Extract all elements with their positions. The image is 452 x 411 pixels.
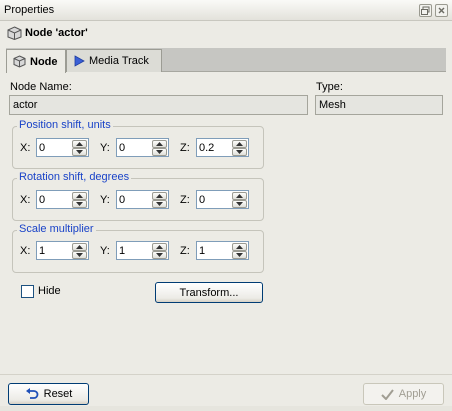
undo-arrow-icon	[25, 388, 39, 399]
cube-icon	[13, 55, 26, 68]
scale-y-spin-buttons[interactable]	[152, 243, 167, 259]
window-title: Properties	[4, 4, 55, 16]
cube-icon	[7, 26, 22, 40]
scale-z-label: Z:	[180, 245, 190, 257]
position-group-title: Position shift, units	[17, 119, 113, 131]
spin-down-icon[interactable]	[72, 251, 87, 259]
checkmark-icon	[381, 388, 394, 400]
rotation-x-input[interactable]	[37, 191, 73, 208]
scale-group-title: Scale multiplier	[17, 223, 96, 235]
hide-checkbox[interactable]	[21, 285, 34, 298]
transform-button-label: Transform...	[179, 286, 239, 299]
rotation-group-title: Rotation shift, degrees	[17, 171, 132, 183]
rotation-z-stepper[interactable]	[196, 190, 249, 209]
spin-up-icon[interactable]	[152, 192, 167, 200]
spin-up-icon[interactable]	[152, 243, 167, 251]
spin-up-icon[interactable]	[72, 243, 87, 251]
position-z-label: Z:	[180, 142, 190, 154]
spin-down-icon[interactable]	[232, 200, 247, 208]
spin-down-icon[interactable]	[152, 148, 167, 156]
position-y-stepper[interactable]	[116, 138, 169, 157]
restore-icon	[421, 6, 430, 15]
rotation-y-input[interactable]	[117, 191, 153, 208]
play-icon	[74, 55, 85, 67]
position-x-label: X:	[20, 142, 31, 154]
scale-x-input[interactable]	[37, 242, 73, 259]
type-label: Type:	[316, 81, 343, 93]
rotation-y-stepper[interactable]	[116, 190, 169, 209]
rotation-z-spin-buttons[interactable]	[232, 192, 247, 208]
spin-down-icon[interactable]	[72, 200, 87, 208]
close-button[interactable]	[435, 4, 448, 17]
node-name-field[interactable]: actor	[9, 95, 308, 115]
bottom-separator	[0, 374, 452, 375]
node-name-label: Node Name:	[10, 81, 72, 93]
scale-x-spin-buttons[interactable]	[72, 243, 87, 259]
spin-down-icon[interactable]	[232, 148, 247, 156]
spin-up-icon[interactable]	[72, 140, 87, 148]
scale-x-stepper[interactable]	[36, 241, 89, 260]
rotation-x-stepper[interactable]	[36, 190, 89, 209]
close-icon	[438, 7, 445, 14]
position-z-spin-buttons[interactable]	[232, 140, 247, 156]
scale-z-spin-buttons[interactable]	[232, 243, 247, 259]
scale-y-input[interactable]	[117, 242, 153, 259]
spin-down-icon[interactable]	[232, 251, 247, 259]
rotation-x-label: X:	[20, 194, 31, 206]
scale-y-label: Y:	[100, 245, 110, 257]
reset-button-label: Reset	[43, 388, 73, 400]
scale-z-input[interactable]	[197, 242, 233, 259]
position-y-spin-buttons[interactable]	[152, 140, 167, 156]
transform-button[interactable]: Transform...	[155, 282, 263, 303]
tab-node[interactable]: Node	[6, 49, 66, 73]
rotation-y-label: Y:	[100, 194, 110, 206]
tab-media-track[interactable]: Media Track	[66, 49, 162, 72]
position-y-input[interactable]	[117, 139, 153, 156]
type-field: Mesh	[315, 95, 443, 115]
spin-up-icon[interactable]	[232, 243, 247, 251]
spin-down-icon[interactable]	[152, 200, 167, 208]
reset-button[interactable]: Reset	[8, 383, 89, 405]
position-z-stepper[interactable]	[196, 138, 249, 157]
scale-x-label: X:	[20, 245, 31, 257]
position-x-input[interactable]	[37, 139, 73, 156]
rotation-x-spin-buttons[interactable]	[72, 192, 87, 208]
rotation-z-input[interactable]	[197, 191, 233, 208]
spin-up-icon[interactable]	[232, 140, 247, 148]
node-header-title: Node 'actor'	[25, 27, 88, 39]
position-y-label: Y:	[100, 142, 110, 154]
apply-button[interactable]: Apply	[363, 383, 444, 405]
tab-media-track-label: Media Track	[89, 55, 149, 67]
status-strip	[0, 406, 452, 411]
spin-up-icon[interactable]	[152, 140, 167, 148]
spin-up-icon[interactable]	[72, 192, 87, 200]
restore-button[interactable]	[419, 4, 432, 17]
tab-node-label: Node	[30, 55, 58, 68]
position-z-input[interactable]	[197, 139, 233, 156]
scale-z-stepper[interactable]	[196, 241, 249, 260]
position-x-spin-buttons[interactable]	[72, 140, 87, 156]
apply-button-label: Apply	[398, 388, 427, 400]
rotation-z-label: Z:	[180, 194, 190, 206]
scale-y-stepper[interactable]	[116, 241, 169, 260]
rotation-y-spin-buttons[interactable]	[152, 192, 167, 208]
hide-label: Hide	[38, 285, 61, 297]
spin-down-icon[interactable]	[72, 148, 87, 156]
spin-down-icon[interactable]	[152, 251, 167, 259]
spin-up-icon[interactable]	[232, 192, 247, 200]
position-x-stepper[interactable]	[36, 138, 89, 157]
title-bar: Properties	[0, 0, 452, 21]
